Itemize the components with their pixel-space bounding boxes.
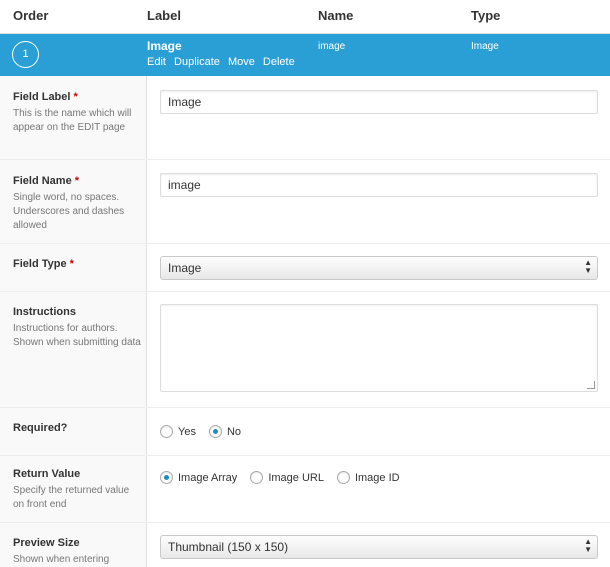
delete-link[interactable]: Delete (263, 56, 295, 68)
field-type-value: Image (168, 261, 202, 275)
field-name-text: Field Name (13, 175, 72, 187)
duplicate-link[interactable]: Duplicate (174, 56, 220, 68)
instructions-title: Instructions (13, 306, 76, 318)
required-marker: * (73, 91, 78, 103)
header-order: Order (13, 8, 49, 23)
preview-size-title: Preview Size (13, 537, 80, 549)
field-order-handle[interactable]: 1 (12, 41, 39, 68)
header-name: Name (318, 8, 354, 23)
header-type: Type (471, 8, 501, 23)
radio-label: No (226, 425, 242, 438)
field-row-label[interactable]: Image (147, 39, 182, 53)
row-divider (0, 407, 610, 408)
required-no-option[interactable]: No (208, 425, 242, 438)
field-label-input[interactable]: Image (160, 90, 598, 114)
fields-table-header: Order Label Name Type (0, 0, 610, 34)
return-value-title: Return Value (13, 468, 81, 480)
row-divider (0, 522, 610, 523)
radio-button[interactable] (160, 425, 173, 438)
field-name-title: Field Name * (13, 175, 79, 187)
return-image-url-option[interactable]: Image URL (250, 471, 324, 484)
preview-size-description: Shown when entering (13, 554, 110, 565)
field-type-select[interactable]: Image ▲ ▼ (160, 256, 598, 280)
radio-button[interactable] (208, 425, 222, 438)
header-label: Label (147, 8, 181, 23)
field-label-title: Field Label * (13, 91, 78, 103)
required-radio-group: Yes No (160, 425, 254, 438)
field-type-text: Field Type (13, 258, 67, 270)
return-image-id-option[interactable]: Image ID (336, 471, 400, 484)
field-name-input[interactable]: image (160, 173, 598, 197)
select-arrows-icon: ▲ ▼ (584, 537, 592, 554)
row-divider (0, 291, 610, 292)
preview-size-value: Thumbnail (150 x 150) (168, 540, 289, 554)
instructions-description: Instructions for authors. Shown when sub… (13, 323, 141, 348)
field-name-description: Single word, no spaces. Underscores and … (13, 192, 125, 231)
select-arrows-icon: ▲ ▼ (584, 258, 592, 275)
row-divider (0, 243, 610, 244)
required-marker: * (74, 175, 79, 187)
required-marker: * (69, 258, 74, 270)
radio-label: Image URL (268, 471, 324, 484)
radio-button[interactable] (336, 471, 350, 484)
field-row-name: image (318, 41, 346, 52)
field-type-title: Field Type * (13, 258, 74, 270)
field-row-active[interactable]: 1 Image Edit Duplicate Move Delete image… (0, 34, 610, 76)
return-value-radio-group: Image Array Image URL Image ID (160, 471, 413, 484)
radio-button[interactable] (250, 471, 264, 484)
radio-button[interactable] (160, 471, 173, 484)
field-row-type: Image (471, 41, 499, 52)
return-value-description: Specify the returned value on front end (13, 485, 130, 510)
radio-label: Yes (178, 425, 196, 438)
row-divider (0, 455, 610, 456)
field-label-description: This is the name which will appear on th… (13, 108, 132, 133)
radio-label: Image Array (178, 471, 238, 484)
required-yes-option[interactable]: Yes (160, 425, 196, 438)
move-link[interactable]: Move (228, 56, 255, 68)
preview-size-select[interactable]: Thumbnail (150 x 150) ▲ ▼ (160, 535, 598, 559)
field-label-text: Field Label (13, 91, 71, 103)
resize-handle-icon[interactable] (587, 381, 595, 389)
instructions-textarea[interactable] (160, 304, 598, 392)
row-divider (0, 159, 610, 160)
radio-label: Image ID (354, 471, 400, 484)
field-row-actions: Edit Duplicate Move Delete (147, 56, 300, 68)
required-title: Required? (13, 422, 68, 434)
edit-link[interactable]: Edit (147, 56, 166, 68)
return-image-array-option[interactable]: Image Array (160, 471, 237, 484)
